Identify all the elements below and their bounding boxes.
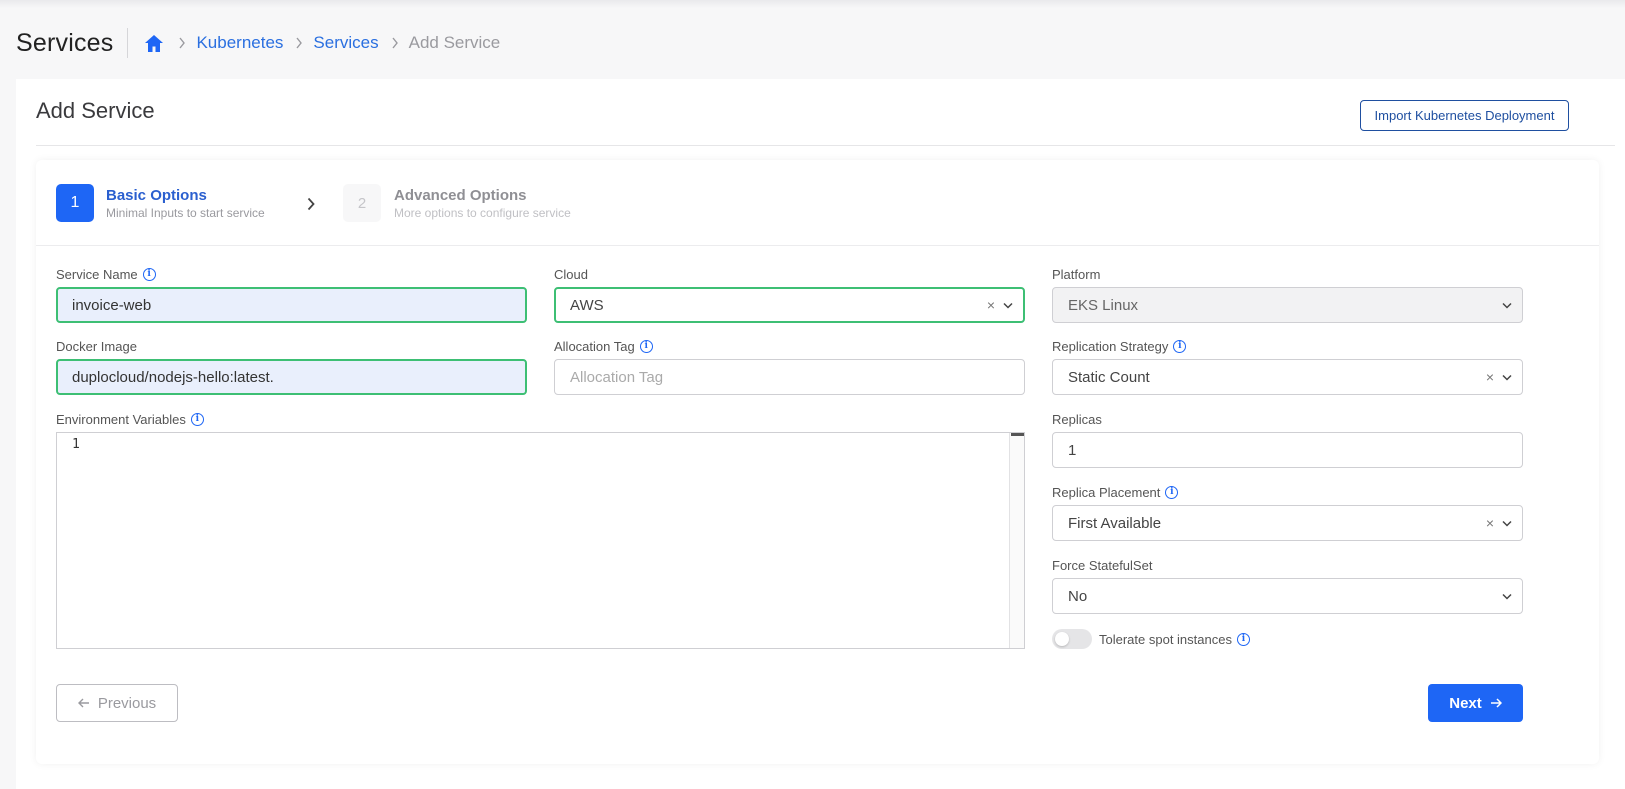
step-1-title[interactable]: Basic Options [106, 187, 207, 204]
arrow-left-icon [77, 695, 90, 712]
force-statefulset-label: Force StatefulSet [1052, 558, 1153, 573]
chevron-down-icon[interactable] [1003, 302, 1013, 309]
card-divider [36, 145, 1615, 146]
clear-icon[interactable]: × [987, 297, 995, 313]
step-1-subtitle: Minimal Inputs to start service [106, 206, 265, 220]
chevron-down-icon[interactable] [1502, 374, 1512, 381]
chevron-down-icon[interactable] [1502, 520, 1512, 527]
wizard-steps: 1 Basic Options Minimal Inputs to start … [36, 160, 1599, 246]
arrow-right-icon [1490, 695, 1502, 712]
replicas-label: Replicas [1052, 412, 1102, 427]
step-1-badge[interactable]: 1 [56, 184, 94, 222]
header-divider [127, 28, 129, 58]
step-2-title[interactable]: Advanced Options [394, 187, 527, 204]
top-shadow [0, 0, 1625, 8]
replica-placement-label: Replica Placement i [1052, 485, 1179, 500]
clear-icon[interactable]: × [1486, 515, 1494, 531]
chevron-right-icon [178, 37, 186, 49]
cloud-label: Cloud [554, 267, 588, 282]
breadcrumb-services[interactable]: Services [313, 33, 378, 53]
info-icon[interactable]: i [1236, 633, 1250, 646]
service-name-input[interactable]: invoice-web [56, 287, 527, 323]
environment-variables-editor[interactable]: 1 [56, 432, 1025, 649]
info-icon[interactable]: i [1165, 486, 1179, 499]
replication-strategy-select[interactable]: Static Count × [1052, 359, 1523, 395]
force-statefulset-select[interactable]: No [1052, 578, 1523, 614]
wizard-panel: 1 Basic Options Minimal Inputs to start … [36, 160, 1599, 764]
docker-image-label: Docker Image [56, 339, 137, 354]
add-service-card: Add Service Import Kubernetes Deployment… [16, 79, 1625, 789]
docker-image-input[interactable]: duplocloud/nodejs-hello:latest. [56, 359, 527, 395]
replica-placement-select[interactable]: First Available × [1052, 505, 1523, 541]
breadcrumb-current: Add Service [408, 33, 501, 52]
environment-variables-label: Environment Variables i [56, 412, 204, 427]
allocation-tag-input[interactable]: Allocation Tag [554, 359, 1025, 395]
scrollbar-thumb[interactable] [1011, 433, 1024, 436]
cloud-select[interactable]: AWS × [554, 287, 1025, 323]
toggle-knob [1055, 632, 1069, 646]
card-title: Add Service [36, 98, 155, 123]
step-2-subtitle: More options to configure service [394, 206, 571, 220]
clear-icon[interactable]: × [1486, 369, 1494, 385]
service-name-label: Service Name i [56, 267, 156, 282]
home-icon[interactable] [144, 32, 166, 54]
page-header: Services Kubernetes Services Add Service [16, 24, 500, 62]
chevron-right-icon [295, 37, 303, 49]
line-number: 1 [72, 437, 80, 452]
info-icon[interactable]: i [190, 413, 204, 426]
import-kubernetes-deployment-button[interactable]: Import Kubernetes Deployment [1360, 100, 1569, 131]
breadcrumb-kubernetes[interactable]: Kubernetes [196, 33, 283, 53]
tolerate-spot-label: Tolerate spot instances i [1099, 632, 1250, 647]
chevron-right-icon [306, 197, 316, 216]
step-2-badge[interactable]: 2 [343, 184, 381, 222]
previous-button[interactable]: Previous [56, 684, 178, 722]
replication-strategy-label: Replication Strategy i [1052, 339, 1187, 354]
chevron-right-icon [391, 37, 399, 49]
info-icon[interactable]: i [142, 268, 156, 281]
chevron-down-icon[interactable] [1502, 593, 1512, 600]
tolerate-spot-toggle[interactable] [1052, 629, 1092, 649]
info-icon[interactable]: i [639, 340, 653, 353]
page-title: Services [16, 28, 114, 57]
chevron-down-icon[interactable] [1502, 302, 1512, 309]
replicas-input[interactable]: 1 [1052, 432, 1523, 468]
allocation-tag-label: Allocation Tag i [554, 339, 653, 354]
next-button[interactable]: Next [1428, 684, 1523, 722]
platform-label: Platform [1052, 267, 1101, 282]
platform-select[interactable]: EKS Linux [1052, 287, 1523, 323]
editor-scrollbar[interactable] [1009, 433, 1024, 648]
info-icon[interactable]: i [1173, 340, 1187, 353]
